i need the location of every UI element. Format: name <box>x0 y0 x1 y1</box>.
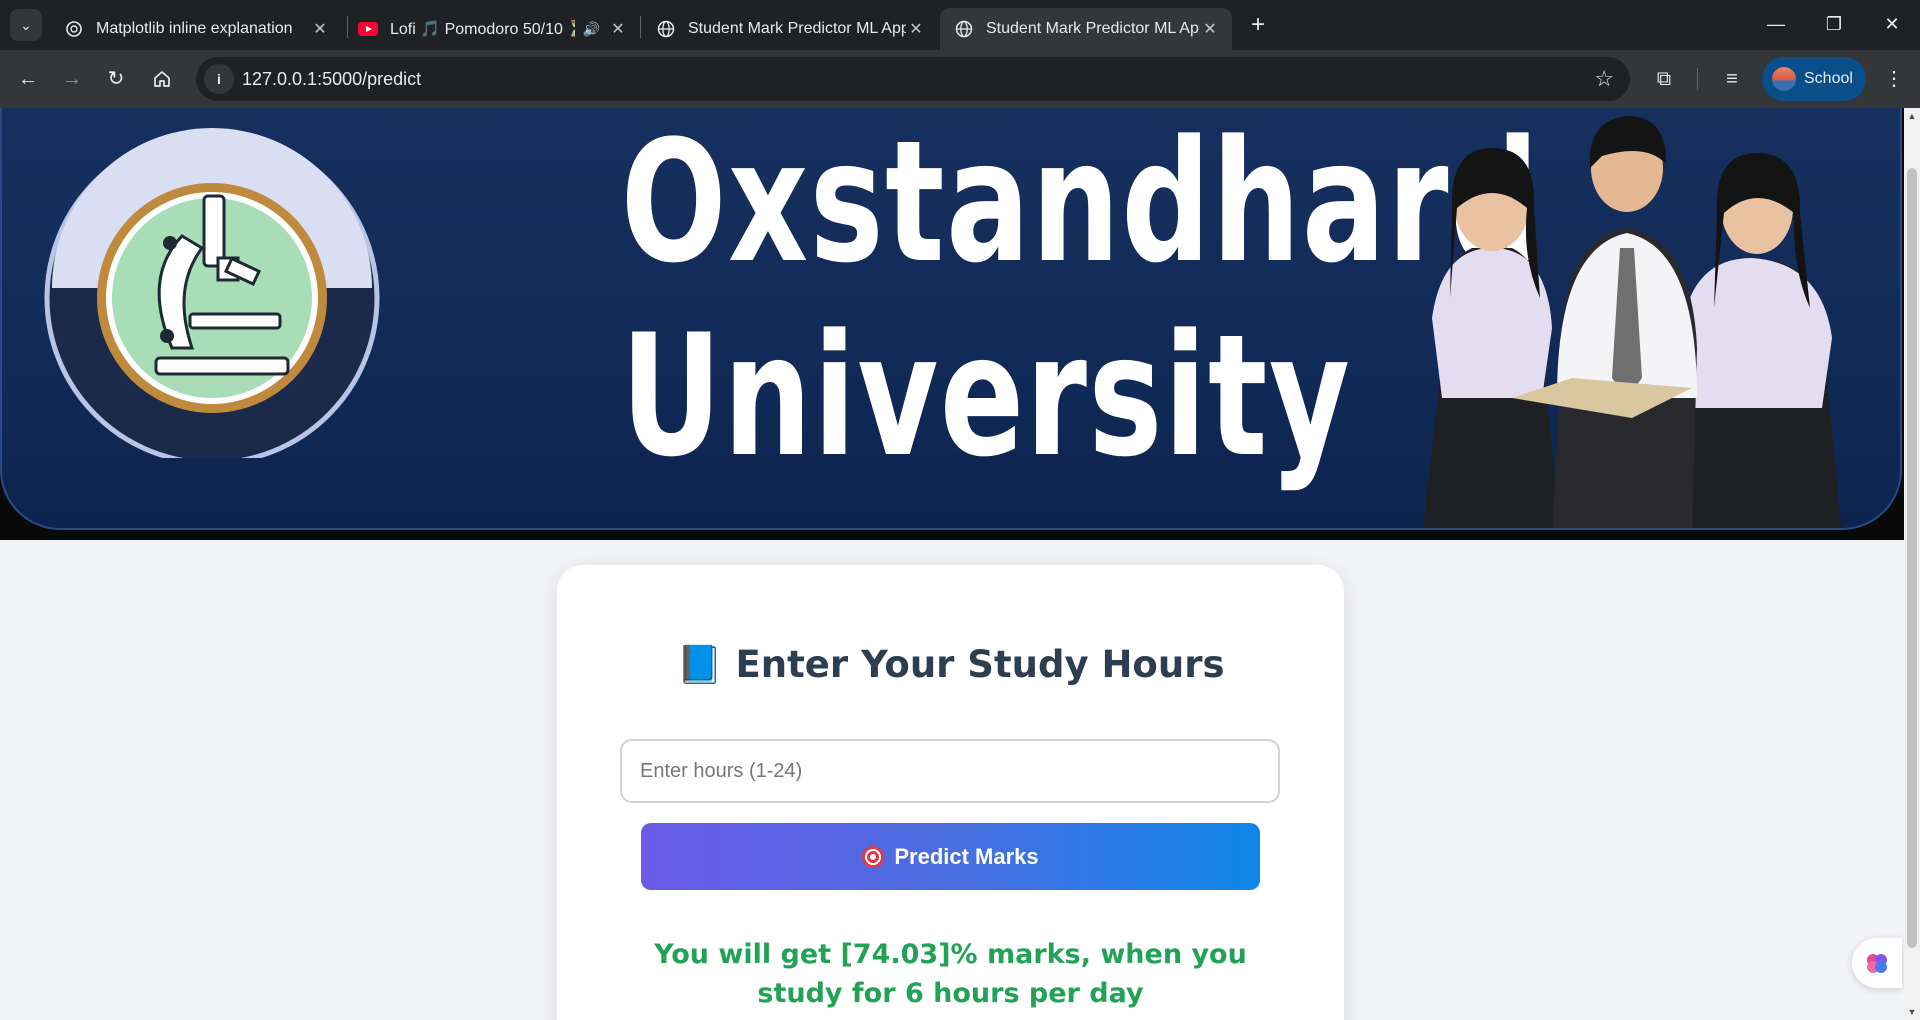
students-photo <box>1423 116 1842 528</box>
back-button[interactable]: ← <box>12 63 44 95</box>
menu-button[interactable]: ⋮ <box>1878 63 1910 95</box>
brain-icon <box>1867 954 1887 973</box>
scroll-thumb[interactable] <box>1907 168 1917 948</box>
book-icon: 📘 <box>676 643 723 686</box>
target-icon <box>862 845 885 868</box>
url-text[interactable]: 127.0.0.1:5000/predict <box>242 69 421 90</box>
restore-button[interactable]: ❐ <box>1806 6 1862 42</box>
close-window-button[interactable]: ✕ <box>1864 6 1920 42</box>
tab-lofi[interactable]: Lofi 🎵 Pomodoro 50/10 ⏳ 🔊 ✕ <box>344 8 640 50</box>
arrow-right-icon: → <box>62 68 82 90</box>
university-emblem <box>44 128 380 458</box>
browser-toolbar: ← → ↻ i 127.0.0.1:5000/predict ☆ ⧉ ≡ Sch… <box>0 50 1920 108</box>
close-icon[interactable]: ✕ <box>310 19 330 39</box>
predict-button-label: Predict Marks <box>894 843 1039 869</box>
forward-button[interactable]: → <box>56 63 88 95</box>
card-heading: 📘 Enter Your Study Hours <box>557 643 1344 687</box>
tab-student-predictor-active[interactable]: Student Mark Predictor ML App ✕ <box>940 8 1232 50</box>
tab-title: Lofi 🎵 Pomodoro 50/10 ⏳ <box>390 21 575 38</box>
toolbar-divider <box>1697 68 1698 90</box>
avatar <box>1772 67 1796 91</box>
prediction-card: 📘 Enter Your Study Hours Predict Marks Y… <box>557 565 1344 1020</box>
openai-icon <box>64 19 84 39</box>
tab-title: Student Mark Predictor ML App <box>986 20 1200 37</box>
bookmark-star-icon[interactable]: ☆ <box>1594 66 1614 92</box>
tab-matplotlib[interactable]: Matplotlib inline explanation ✕ <box>50 8 342 50</box>
profile-label: School <box>1804 70 1853 87</box>
page-scrollbar[interactable]: ▲ ▼ <box>1904 108 1920 1020</box>
home-button[interactable] <box>146 63 178 95</box>
speaker-icon[interactable]: 🔊 <box>583 21 600 38</box>
tab-strip: ⌄ Matplotlib inline explanation ✕ Lofi 🎵… <box>0 0 1920 50</box>
tab-search-button[interactable]: ⌄ <box>10 9 42 41</box>
globe-icon <box>954 19 974 39</box>
address-bar[interactable]: i 127.0.0.1:5000/predict ☆ <box>196 57 1630 101</box>
banner-title-line2: University <box>620 298 1352 494</box>
puzzle-icon: ⧉ <box>1656 68 1672 90</box>
study-hours-input[interactable] <box>620 739 1280 803</box>
more-vert-icon: ⋮ <box>1884 68 1904 90</box>
close-icon[interactable]: ✕ <box>906 19 926 39</box>
scroll-up-arrow-icon[interactable]: ▲ <box>1904 108 1920 124</box>
page-viewport: Oxstandhard University 📘 Enter Your Stud… <box>0 108 1904 1020</box>
assistant-floating-button[interactable] <box>1852 938 1902 988</box>
youtube-icon <box>358 19 378 39</box>
tab-student-predictor[interactable]: Student Mark Predictor ML App ✕ <box>642 8 938 50</box>
close-icon[interactable]: ✕ <box>608 19 628 39</box>
site-info-icon[interactable]: i <box>204 64 234 94</box>
tab-title: Student Mark Predictor ML App <box>688 20 906 37</box>
card-heading-text: Enter Your Study Hours <box>735 643 1225 686</box>
university-banner: Oxstandhard University <box>0 108 1904 540</box>
new-tab-button[interactable]: + <box>1244 12 1272 40</box>
tab-divider <box>640 16 641 38</box>
banner-panel: Oxstandhard University <box>0 108 1902 530</box>
chevron-down-icon: ⌄ <box>20 16 32 33</box>
tab-title: Matplotlib inline explanation <box>96 20 293 37</box>
predict-marks-button[interactable]: Predict Marks <box>641 823 1260 890</box>
arrow-left-icon: ← <box>18 68 38 90</box>
media-controls-button[interactable]: ≡ <box>1716 63 1748 95</box>
home-icon <box>154 71 170 87</box>
reload-button[interactable]: ↻ <box>100 63 132 95</box>
profile-button[interactable]: School <box>1762 57 1866 101</box>
extensions-button[interactable]: ⧉ <box>1648 63 1680 95</box>
close-icon[interactable]: ✕ <box>1200 19 1220 39</box>
prediction-result: You will get [74.03]% marks, when you st… <box>654 939 1247 1009</box>
scroll-down-arrow-icon[interactable]: ▼ <box>1904 1004 1920 1020</box>
reload-icon: ↻ <box>107 68 125 90</box>
banner-title-line1: Oxstandhard <box>620 108 1541 300</box>
minimize-button[interactable]: — <box>1748 6 1804 42</box>
globe-icon <box>656 19 676 39</box>
playlist-icon: ≡ <box>1726 68 1738 90</box>
